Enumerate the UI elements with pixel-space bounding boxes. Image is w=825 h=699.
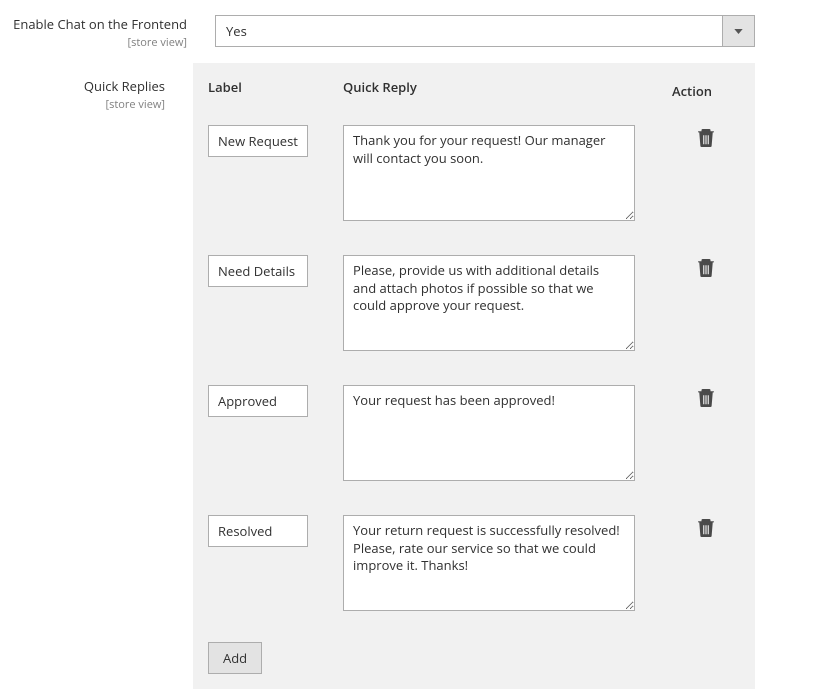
- table-row: Thank you for your request! Our manager …: [208, 110, 740, 240]
- grid-footer: Add: [208, 630, 740, 674]
- header-reply: Quick Reply: [333, 78, 672, 100]
- row-action-cell: [672, 515, 740, 541]
- delete-button[interactable]: [698, 389, 714, 410]
- enable-chat-row: Enable Chat on the Frontend [store view]…: [0, 0, 825, 57]
- grid-header: Label Quick Reply Action: [208, 78, 740, 110]
- row-reply-cell: Your return request is successfully reso…: [333, 515, 672, 615]
- quick-replies-row: Quick Replies [store view] Label Quick R…: [0, 57, 825, 699]
- trash-icon: [698, 135, 714, 150]
- quick-replies-scope: [store view]: [0, 97, 165, 112]
- label-input[interactable]: [208, 125, 308, 157]
- row-label-cell: [208, 255, 333, 287]
- row-reply-cell: Please, provide us with additional detai…: [333, 255, 672, 355]
- quick-replies-grid: Label Quick Reply Action Thank you for y…: [193, 63, 755, 689]
- table-row: Your request has been approved!: [208, 370, 740, 500]
- delete-button[interactable]: [698, 129, 714, 150]
- reply-textarea[interactable]: Your request has been approved!: [343, 385, 635, 481]
- row-label-cell: [208, 125, 333, 157]
- enable-chat-value-col: Yes: [215, 0, 825, 57]
- header-label: Label: [208, 78, 333, 100]
- row-reply-cell: Your request has been approved!: [333, 385, 672, 485]
- chevron-down-icon: [722, 16, 754, 46]
- reply-textarea[interactable]: Your return request is successfully reso…: [343, 515, 635, 611]
- enable-chat-label-col: Enable Chat on the Frontend [store view]: [0, 0, 215, 50]
- enable-chat-select-value: Yes: [216, 16, 722, 46]
- reply-textarea[interactable]: Please, provide us with additional detai…: [343, 255, 635, 351]
- quick-replies-label-col: Quick Replies [store view]: [0, 57, 193, 112]
- delete-button[interactable]: [698, 259, 714, 280]
- enable-chat-scope: [store view]: [0, 35, 187, 50]
- trash-icon: [698, 395, 714, 410]
- enable-chat-label: Enable Chat on the Frontend: [0, 15, 187, 33]
- reply-textarea[interactable]: Thank you for your request! Our manager …: [343, 125, 635, 221]
- row-label-cell: [208, 385, 333, 417]
- row-reply-cell: Thank you for your request! Our manager …: [333, 125, 672, 225]
- enable-chat-select[interactable]: Yes: [215, 15, 755, 47]
- row-action-cell: [672, 255, 740, 281]
- trash-icon: [698, 525, 714, 540]
- label-input[interactable]: [208, 385, 308, 417]
- trash-icon: [698, 265, 714, 280]
- quick-replies-label: Quick Replies: [0, 77, 165, 95]
- table-row: Your return request is successfully reso…: [208, 500, 740, 630]
- add-button[interactable]: Add: [208, 642, 262, 674]
- header-action: Action: [672, 78, 740, 100]
- row-action-cell: [672, 385, 740, 411]
- delete-button[interactable]: [698, 519, 714, 540]
- row-action-cell: [672, 125, 740, 151]
- row-label-cell: [208, 515, 333, 547]
- table-row: Please, provide us with additional detai…: [208, 240, 740, 370]
- quick-replies-value-col: Label Quick Reply Action Thank you for y…: [193, 57, 825, 699]
- label-input[interactable]: [208, 255, 308, 287]
- rows-container: Thank you for your request! Our manager …: [208, 110, 740, 630]
- label-input[interactable]: [208, 515, 308, 547]
